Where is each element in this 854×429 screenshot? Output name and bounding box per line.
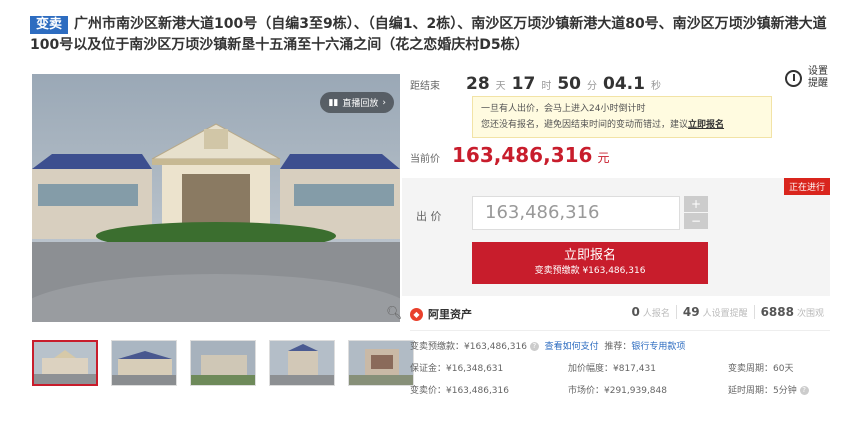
delay-info: 延时周期：5分钟 [728, 386, 797, 396]
thumbnail-1[interactable] [32, 340, 98, 386]
brand-row: ◆ 阿里资产 0 人报名 49 人设置提醒 6888 次围观 [410, 303, 830, 325]
guarantee-info: 保证金：¥16,348,631 [410, 364, 504, 374]
ali-asset-logo-icon: ◆ [410, 307, 423, 321]
main-property-image[interactable]: ▮▮ 直播回放 › [32, 74, 400, 322]
deposit-info: 变卖预缴款：¥163,486,316 [410, 342, 527, 352]
period-info: 变卖周期：60天 [728, 364, 794, 374]
thumbnail-3[interactable] [190, 340, 256, 386]
bid-box: 正在进行 出 价 163,486,316 + − 立即报名 变卖预缴款 ¥163… [402, 178, 830, 296]
notice-line2: 您还没有报名，避免因结束时间的变动而错过，建议 [481, 120, 689, 130]
thumbnail-strip [32, 340, 414, 386]
market-price-info: 市场价：¥291,939,848 [568, 386, 667, 396]
bid-label: 出 价 [416, 210, 442, 223]
how-to-pay-link[interactable]: 查看如何支付 [545, 342, 599, 352]
alarm-clock-icon [785, 69, 802, 87]
remind-line1: 设置 [808, 66, 828, 77]
hours-unit: 时 [541, 81, 552, 92]
bar-chart-icon: ▮▮ [328, 97, 339, 108]
views-label: 次围观 [796, 309, 824, 319]
recommend-label: 推荐： [604, 342, 632, 352]
bid-notice: 一旦有人出价，会马上进入24小时倒计时 您还没有报名，避免因结束时间的变动而错过… [472, 96, 772, 138]
countdown-minutes: 50 [557, 74, 582, 94]
auction-details: 变卖预缴款：¥163,486,316 ? 查看如何支付 推荐：银行专用款项 保证… [410, 338, 830, 404]
auction-stats: 0 人报名 49 人设置提醒 6888 次围观 [625, 305, 830, 319]
register-button[interactable]: 立即报名 变卖预缴款 ¥163,486,316 [472, 242, 708, 284]
current-price-label: 当前价 [410, 154, 440, 165]
thumbnail-2[interactable] [111, 340, 177, 386]
increment-info: 加价幅度：¥817,431 [568, 364, 656, 374]
thumbnail-4[interactable] [269, 340, 335, 386]
chevron-right-icon: › [382, 97, 386, 108]
countdown-label: 距结束 [410, 81, 440, 92]
reminders-stat: 49 人设置提醒 [675, 305, 754, 319]
help-icon[interactable]: ? [529, 342, 539, 351]
brand-name: 阿里资产 [428, 308, 472, 321]
seconds-unit: 秒 [650, 81, 661, 92]
days-unit: 天 [495, 81, 506, 92]
reminders-label: 人设置提醒 [702, 309, 748, 319]
sale-price-info: 变卖价：¥163,486,316 [410, 386, 509, 396]
remind-line2: 提醒 [808, 78, 828, 89]
register-now-link[interactable]: 立即报名 [688, 120, 724, 130]
bid-amount-input[interactable]: 163,486,316 [472, 196, 680, 230]
bid-stepper: + − [684, 196, 708, 230]
signups-stat: 0 人报名 [625, 305, 675, 319]
help-icon[interactable]: ? [799, 386, 809, 395]
price-unit: 元 [597, 151, 610, 165]
current-price-row: 当前价 163,486,316 元 [410, 143, 610, 167]
minutes-unit: 分 [587, 81, 598, 92]
magnifier-icon[interactable]: 🔍︎ [386, 306, 403, 321]
live-replay-button[interactable]: ▮▮ 直播回放 › [320, 92, 394, 113]
reminders-count: 49 [682, 305, 700, 319]
signups-count: 0 [631, 305, 640, 319]
views-count: 6888 [760, 305, 794, 319]
signups-label: 人报名 [642, 309, 670, 319]
brand[interactable]: ◆ 阿里资产 [410, 306, 472, 322]
current-price: 163,486,316 [452, 143, 593, 167]
live-replay-label: 直播回放 [342, 99, 379, 109]
page-title: 变卖 广州市南沙区新港大道100号（自编3至9栋）、（自编1、2栋）、南沙区万顷沙… [30, 14, 830, 56]
divider [410, 330, 830, 331]
set-reminder-button[interactable]: 设置 提醒 [785, 66, 828, 90]
status-badge: 正在进行 [783, 178, 830, 195]
views-stat: 6888 次围观 [753, 305, 830, 319]
thumbnail-5[interactable] [348, 340, 414, 386]
countdown-hours: 17 [511, 74, 536, 94]
countdown-days: 28 [466, 74, 490, 94]
bank-payment-link[interactable]: 银行专用款项 [631, 342, 685, 352]
countdown: 距结束 28 天 17 时 50 分 04.1 秒 [410, 74, 661, 94]
increase-button[interactable]: + [684, 196, 708, 213]
countdown-seconds: 04.1 [603, 74, 645, 94]
deposit-label: 变卖预缴款 ¥163,486,316 [534, 266, 646, 276]
decrease-button[interactable]: − [684, 213, 708, 230]
property-title: 广州市南沙区新港大道100号（自编3至9栋）、（自编1、2栋）、南沙区万顷沙镇新… [30, 16, 827, 53]
register-button-label: 立即报名 [563, 248, 616, 263]
sale-type-badge: 变卖 [30, 16, 69, 34]
notice-line1: 一旦有人出价，会马上进入24小时倒计时 [481, 104, 646, 114]
